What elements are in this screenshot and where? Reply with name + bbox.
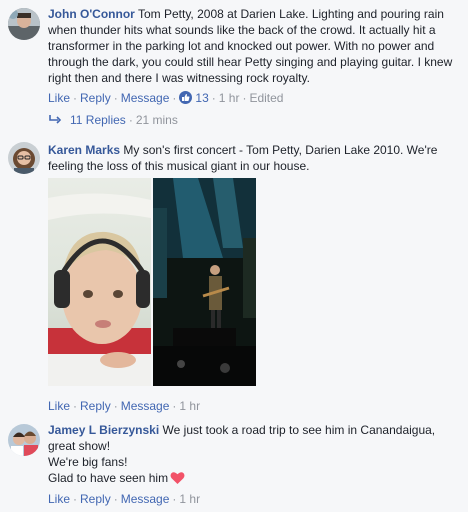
comment-text-line2: We're big fans! <box>48 455 128 469</box>
photo-child-headphones[interactable] <box>48 178 151 386</box>
comment-jamey-bierzynski: Jamey L Bierzynski We just took a road t… <box>0 418 468 512</box>
like-thumb-icon[interactable] <box>179 91 193 104</box>
like-link[interactable]: Like <box>48 91 70 105</box>
replies-time: 21 mins <box>135 113 178 127</box>
comment-actions: Like · Reply · Message · 13 · 1 hr · Edited <box>48 91 284 105</box>
avatar[interactable] <box>8 142 40 174</box>
reply-link[interactable]: Reply <box>80 399 111 413</box>
comment-author[interactable]: John O'Connor <box>48 7 135 21</box>
comment-actions: Like · Reply · Message · 1 hr <box>48 399 201 413</box>
attached-photos <box>48 178 256 386</box>
comment-time[interactable]: 1 hr <box>179 492 200 506</box>
photo-concert-stage[interactable] <box>153 178 256 386</box>
like-link[interactable]: Like <box>48 399 70 413</box>
avatar[interactable] <box>8 424 40 456</box>
comment-john-oconnor: John O'Connor Tom Petty, 2008 at Darien … <box>0 0 468 127</box>
message-link[interactable]: Message <box>121 399 170 413</box>
heart-icon <box>170 471 185 489</box>
comment-time[interactable]: 1 hr <box>219 91 240 105</box>
like-link[interactable]: Like <box>48 492 70 506</box>
edited-label[interactable]: Edited <box>249 91 283 105</box>
replies-count[interactable]: 11 Replies <box>70 113 126 127</box>
comment-author[interactable]: Karen Marks <box>48 143 120 157</box>
reaction-count[interactable]: 13 <box>195 91 208 105</box>
comment-text-line3: Glad to have seen him <box>48 471 169 485</box>
comment-actions: Like · Reply · Message · 1 hr <box>48 492 201 506</box>
view-replies-link[interactable]: 11 Replies · 21 mins <box>48 112 178 129</box>
reply-link[interactable]: Reply <box>80 91 111 105</box>
comment-author[interactable]: Jamey L Bierzynski <box>48 423 159 437</box>
reply-link[interactable]: Reply <box>80 492 111 506</box>
reply-arrow-icon <box>48 113 62 129</box>
avatar[interactable] <box>8 8 40 40</box>
message-link[interactable]: Message <box>121 91 170 105</box>
message-link[interactable]: Message <box>121 492 170 506</box>
comment-time[interactable]: 1 hr <box>179 399 200 413</box>
